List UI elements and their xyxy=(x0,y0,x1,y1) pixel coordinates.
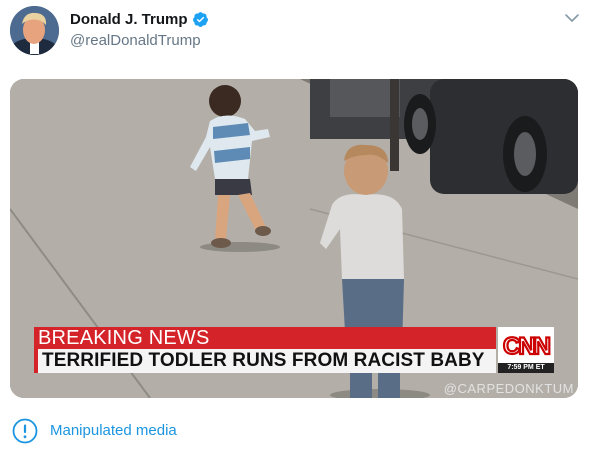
author-name-row[interactable]: Donald J. Trump xyxy=(70,10,209,29)
verified-badge-icon xyxy=(192,12,208,27)
manipulated-media-notice[interactable]: Manipulated media xyxy=(12,418,177,444)
network-time: 7:59 PM ET xyxy=(498,363,554,373)
manipulated-media-label[interactable]: Manipulated media xyxy=(50,421,177,441)
video-thumbnail[interactable]: BREAKING NEWS TERRIFIED TODLER RUNS FROM… xyxy=(10,79,578,398)
avatar[interactable] xyxy=(10,6,59,55)
exclamation-circle-icon xyxy=(12,418,38,444)
author-handle[interactable]: @realDonaldTrump xyxy=(70,31,209,51)
tweet-header: Donald J. Trump @realDonaldTrump xyxy=(10,6,584,56)
cnn-logo-icon: CNN xyxy=(502,332,551,360)
chevron-down-icon[interactable] xyxy=(562,8,582,28)
svg-text:CNN: CNN xyxy=(503,333,550,360)
network-logo: CNN xyxy=(498,327,554,363)
watermark: @CARPEDONKTUM xyxy=(443,381,574,396)
chyron-headline: BREAKING NEWS xyxy=(34,327,496,349)
author-display-name[interactable]: Donald J. Trump xyxy=(70,10,188,29)
avatar-image xyxy=(10,6,59,55)
chyron-text: TERRIFIED TODLER RUNS FROM RACIST BABY xyxy=(34,349,496,373)
